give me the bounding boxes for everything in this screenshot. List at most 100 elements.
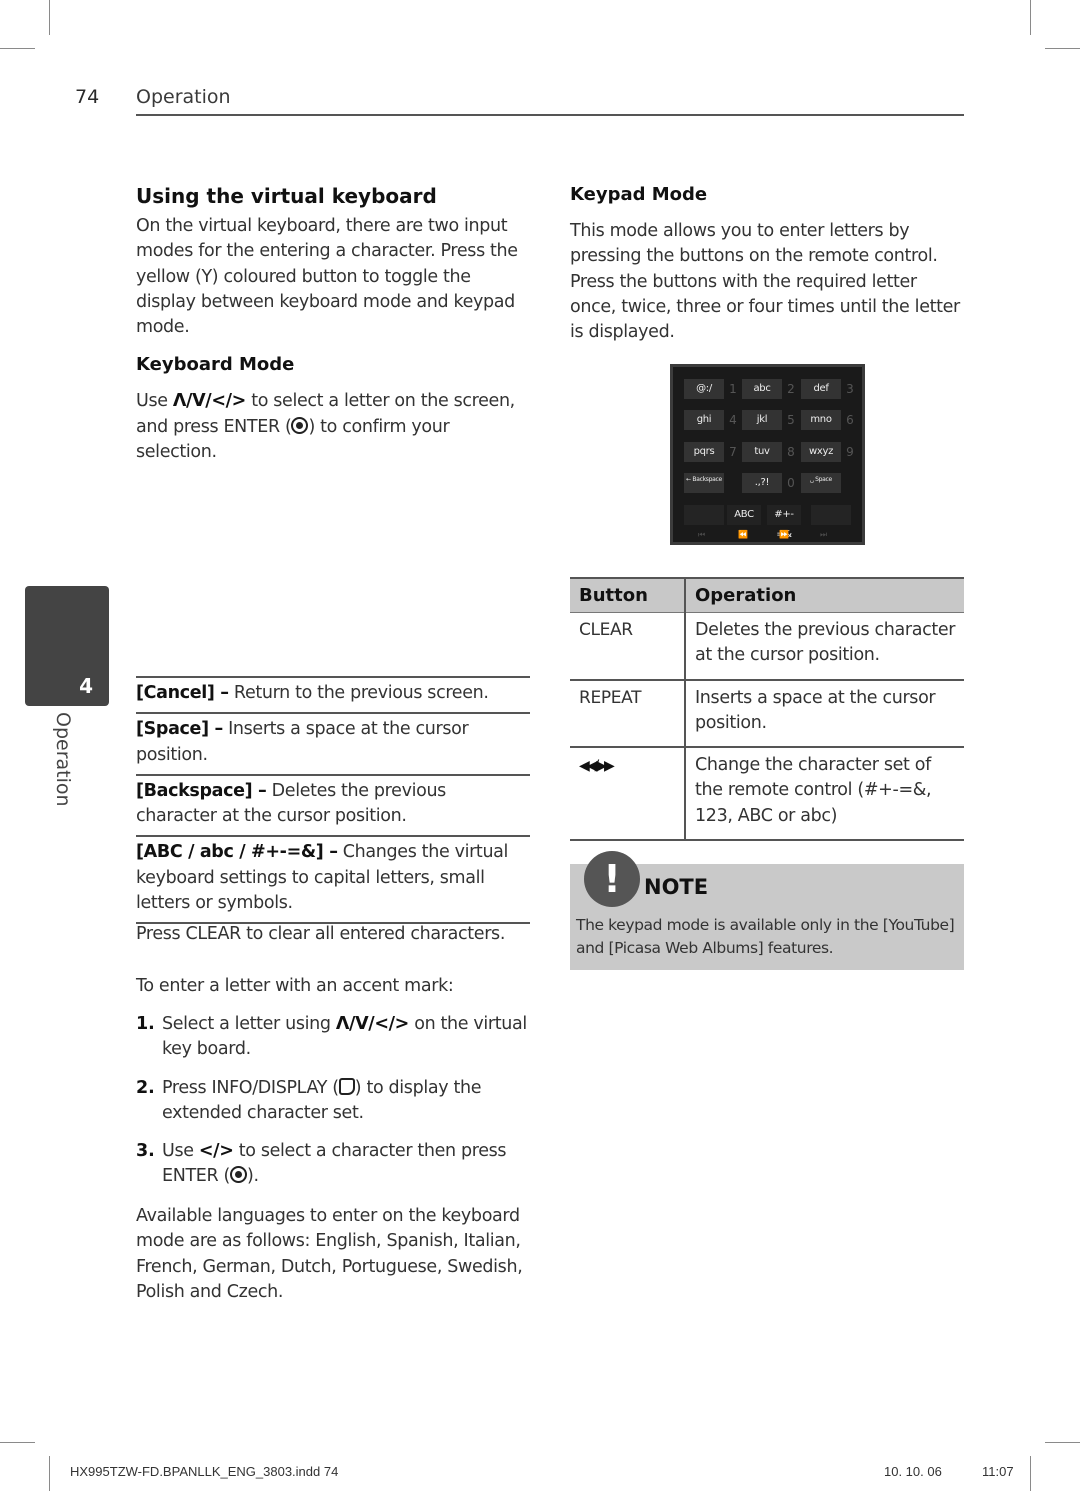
keyboard-mode-heading: Keyboard Mode (136, 354, 295, 376)
left-right-keys-icon: </> (198, 1141, 234, 1162)
footer-date: 10. 10. 06 (884, 1464, 942, 1479)
step-item: 3. Use </> to select a character then pr… (136, 1139, 530, 1190)
step-number: 1. (136, 1014, 155, 1034)
keypad-key-number: 4 (729, 413, 737, 427)
button-cell: CLEAR (570, 612, 686, 681)
keypad-mode-key: #+-=& (767, 505, 801, 540)
keypad-key: ← Backspace (684, 473, 724, 493)
column-header: Button (570, 577, 686, 613)
keypad-key: def (801, 379, 841, 399)
table-row: CLEAR Deletes the previous character at … (570, 612, 964, 681)
section-heading: Using the virtual keyboard (136, 184, 437, 208)
keypad-key: ␣ Space (801, 473, 841, 493)
keypad-key-number: 1 (729, 382, 737, 396)
note-title: NOTE (644, 875, 709, 899)
crop-mark (0, 48, 35, 49)
note-text: The keypad mode is available only in the… (576, 916, 955, 957)
button-operation-table: Button Operation CLEAR Deletes the previ… (570, 577, 964, 842)
chapter-tab: 4 (25, 586, 109, 706)
footer-time: 11:07 (982, 1464, 1014, 1479)
keypad-control-icon: ⏮ (698, 530, 706, 539)
keypad-key-number: 3 (846, 382, 854, 396)
table-header-row: Button Operation (570, 577, 964, 613)
arrow-keys-icon: Λ/V/</> (172, 391, 246, 412)
keypad-key-number: 7 (729, 445, 737, 459)
step-item: 2. Press INFO/DISPLAY () to display the … (136, 1076, 530, 1127)
operation-cell: Inserts a space at the cursor position. (685, 679, 964, 749)
definition-list: [Cancel] – Return to the previous screen… (136, 676, 530, 925)
keypad-key-number: 5 (787, 413, 795, 427)
definition-term: [Cancel] – (136, 683, 229, 703)
table-row: REPEAT Inserts a space at the cursor pos… (570, 679, 964, 749)
definition-term: [Backspace] – (136, 780, 267, 801)
info-display-icon (338, 1077, 355, 1095)
step-number: 2. (136, 1077, 155, 1098)
keypad-screenshot: @:/ 1 abc 2 def 3 ghi 4 jkl 5 mno 6 pqrs 7 tuv 8 wxyz 9 ← … (670, 364, 865, 545)
keypad-key: abc (742, 379, 782, 399)
definition-item: [Cancel] – Return to the previous screen… (136, 676, 530, 712)
footer-filename: HX995TZW-FD.BPANLLK_ENG_3803.indd 74 (70, 1464, 339, 1479)
keypad-key-number: 6 (846, 413, 854, 427)
keyboard-mode-paragraph: Use Λ/V/</> to select a letter on the sc… (136, 389, 530, 465)
keypad-key-number: 8 (787, 445, 795, 459)
definition-item: [Space] – Inserts a space at the cursor … (136, 712, 530, 774)
keypad-control-icon: ⏭ (820, 530, 828, 539)
crop-mark (1045, 48, 1080, 49)
text: ). (247, 1166, 259, 1187)
keypad-key: wxyz (801, 442, 841, 462)
exclamation-icon: ! (584, 851, 640, 907)
arrow-keys-icon: Λ/V/</> (335, 1014, 409, 1034)
definition-item: [Backspace] – Deletes the previous chara… (136, 773, 530, 836)
enter-button-icon (230, 1166, 247, 1184)
keypad-key: ghi (684, 410, 724, 430)
operation-cell: Change the character set of the remote c… (685, 747, 964, 842)
section-title: Operation (136, 86, 231, 108)
definition-term: [Space] – (136, 719, 223, 740)
accent-intro-text: To enter a letter with an accent mark: (136, 976, 454, 996)
keypad-blank-key (811, 505, 851, 525)
keypad-mode-heading: Keypad Mode (570, 184, 708, 205)
left-column: Using the virtual keyboard On the virtua… (136, 184, 530, 465)
keypad-key: .,?! (742, 473, 782, 493)
table-row: ◀◀/▶▶ Change the character set of the re… (570, 747, 964, 842)
chapter-number: 4 (79, 674, 93, 698)
steps-list: 1. Select a letter using Λ/V/</> on the … (136, 1012, 530, 1203)
keypad-key: tuv (742, 442, 782, 462)
keypad-key: mno (801, 410, 841, 430)
step-item: 1. Select a letter using Λ/V/</> on the … (136, 1012, 530, 1063)
crop-mark (1030, 1456, 1031, 1491)
keypad-control-icon: ⏪ (738, 530, 748, 539)
keypad-key-number: 0 (787, 476, 795, 490)
keypad-key: @:/ (684, 379, 724, 399)
languages-paragraph: Available languages to enter on the keyb… (136, 1206, 523, 1302)
keypad-key: jkl (742, 410, 782, 430)
keypad-key: pqrs (684, 442, 724, 462)
crop-mark (49, 0, 50, 35)
crop-mark (49, 1456, 50, 1491)
crop-mark (0, 1442, 35, 1443)
text: Use (162, 1141, 199, 1162)
keypad-key-number: 2 (787, 382, 795, 396)
text: Select a letter using (162, 1014, 336, 1034)
right-column: Keypad Mode This mode allows you to ente… (570, 184, 964, 345)
button-cell: ◀◀/▶▶ (570, 747, 686, 842)
text: Press INFO/DISPLAY ( (162, 1077, 339, 1098)
press-clear-text: Press CLEAR to clear all entered charact… (136, 924, 506, 944)
note-box: ! NOTE The keypad mode is available only… (570, 851, 964, 970)
definition-item: [ABC / abc / #+-=&] – Changes the virtua… (136, 835, 530, 925)
keypad-blank-key (684, 505, 724, 525)
step-number: 3. (136, 1141, 155, 1162)
crop-mark (1045, 1442, 1080, 1443)
intro-paragraph: On the virtual keyboard, there are two i… (136, 216, 518, 338)
button-cell: REPEAT (570, 679, 686, 749)
definition-term: [ABC / abc / #+-=&] – (136, 842, 338, 863)
crop-mark (1030, 0, 1031, 35)
keypad-control-icon: ⏩ (779, 530, 789, 539)
column-header: Operation (685, 577, 964, 613)
keypad-mode-paragraph: This mode allows you to enter letters by… (570, 221, 960, 343)
operation-cell: Deletes the previous character at the cu… (685, 612, 964, 681)
skip-prev-next-icon: ◀◀/▶▶ (579, 758, 615, 775)
text: Use (136, 391, 173, 412)
definition-desc: Return to the previous screen. (228, 683, 489, 703)
page-number: 74 (75, 86, 100, 108)
